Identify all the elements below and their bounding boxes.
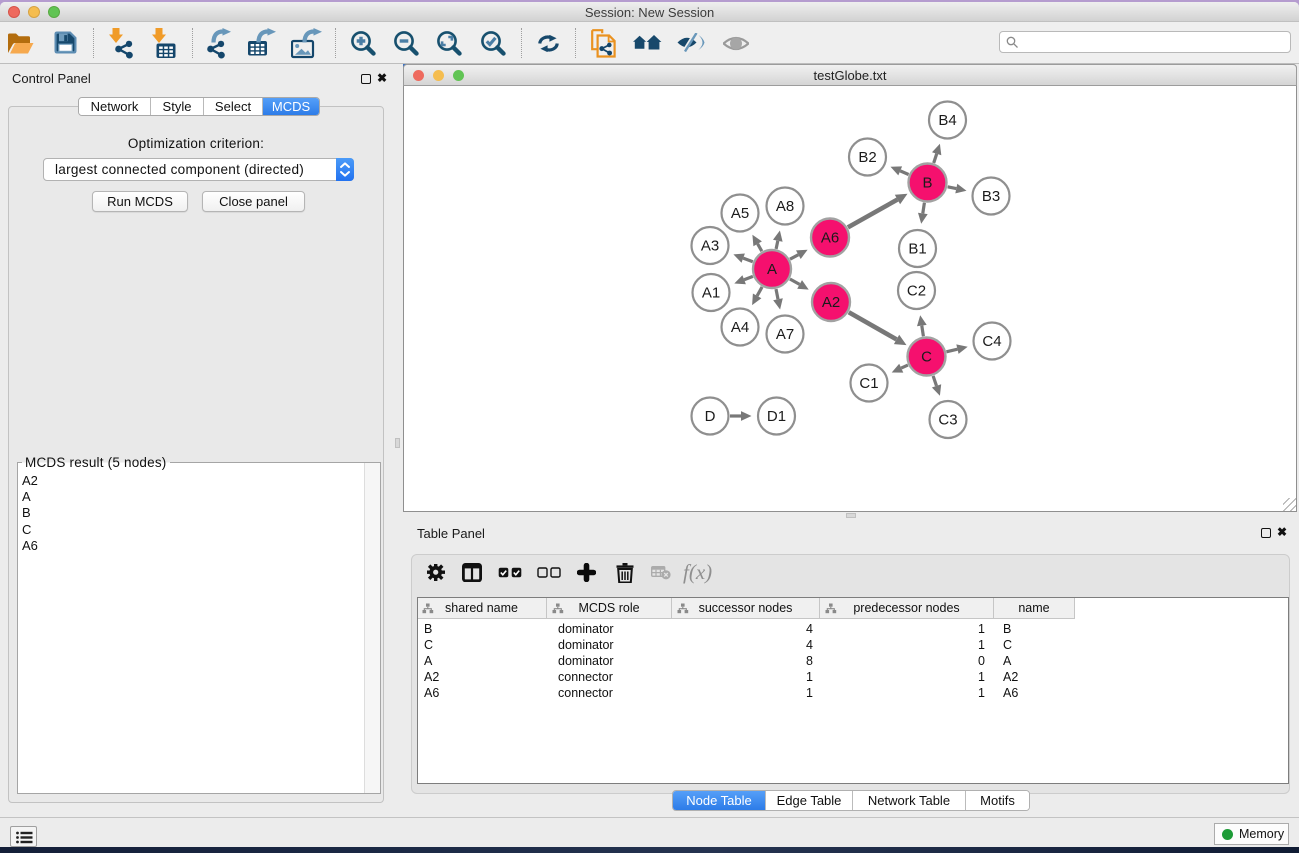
svg-text:C2: C2 (907, 283, 926, 300)
svg-text:A1: A1 (702, 285, 720, 302)
svg-text:A5: A5 (731, 205, 749, 222)
svg-text:A7: A7 (776, 326, 794, 343)
svg-text:C3: C3 (938, 412, 957, 429)
svg-text:B2: B2 (858, 149, 876, 166)
svg-text:A4: A4 (731, 319, 749, 336)
svg-text:B: B (922, 175, 932, 192)
svg-text:C: C (921, 349, 932, 366)
svg-text:A2: A2 (822, 294, 840, 311)
svg-text:A3: A3 (701, 238, 719, 255)
svg-text:B4: B4 (938, 112, 956, 129)
svg-text:B3: B3 (982, 188, 1000, 205)
svg-text:A: A (767, 261, 777, 278)
svg-text:C4: C4 (982, 333, 1001, 350)
svg-text:A8: A8 (776, 198, 794, 215)
svg-text:D1: D1 (767, 408, 786, 425)
svg-text:A6: A6 (821, 230, 839, 247)
svg-text:D: D (705, 408, 716, 425)
svg-text:B1: B1 (908, 241, 926, 258)
svg-text:f(x): f(x) (683, 560, 712, 584)
svg-text:C1: C1 (859, 375, 878, 392)
